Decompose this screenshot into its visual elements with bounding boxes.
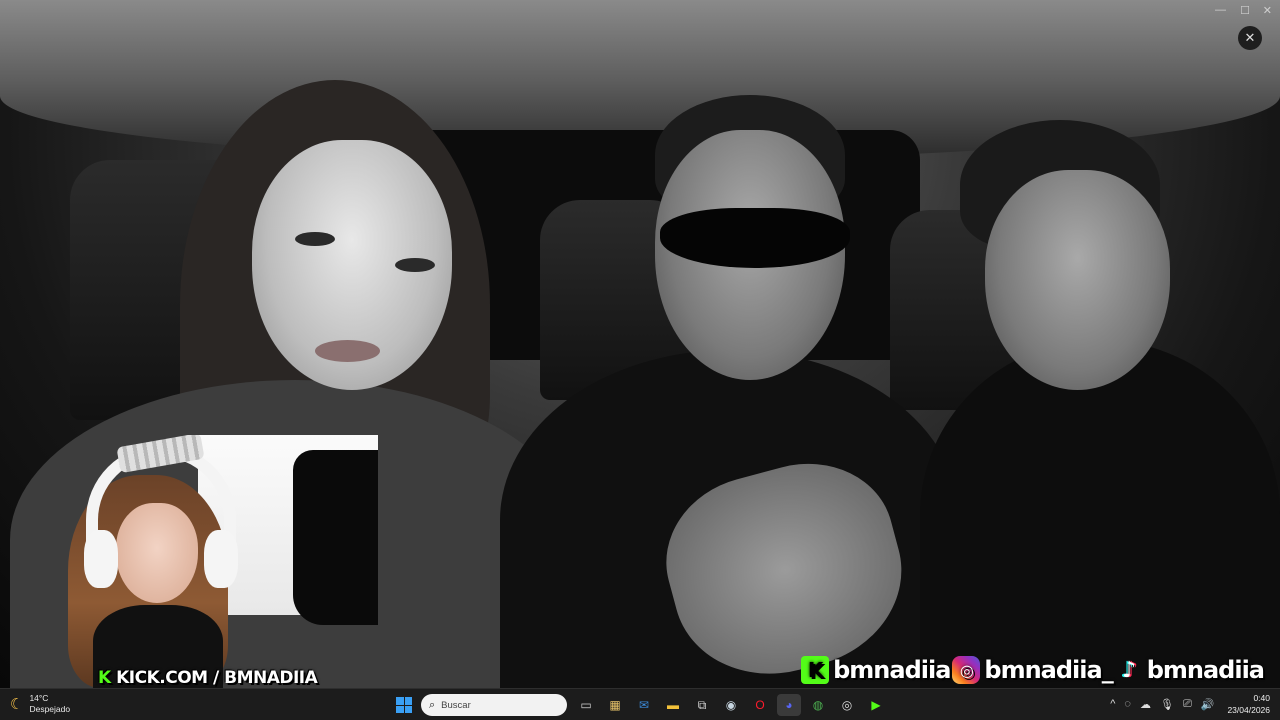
kick-banner: K KICK.COM / BMNADIIA [98,668,318,688]
outlook-icon[interactable]: ✉ [632,694,656,716]
window-close-button[interactable]: ✕ [1263,4,1272,17]
streamer-webcam [38,435,378,688]
social-handles: K bmnadiia ◎ bmnadiia_ ♪ bmnadiia [801,656,1265,684]
kick-app-icon[interactable]: ▶ [864,694,888,716]
tiktok-handle: bmnadiia [1146,656,1265,684]
weather-widget[interactable]: ☾ 14°C Despejado [10,693,70,715]
kick-handle: bmnadiia [833,656,951,684]
tiktok-icon: ♪ [1122,657,1136,683]
windows-start-icon[interactable] [396,697,412,713]
obs-icon[interactable]: ◎ [835,694,859,716]
kick-letter: K [98,668,111,688]
instagram-handle: bmnadiia_ [984,656,1113,684]
capture-icon[interactable]: ⧉ [690,694,714,716]
tray-chevron-icon[interactable]: ^ [1110,698,1115,710]
network-icon[interactable]: ⎚ [1183,698,1192,711]
microphone-icon[interactable]: 🎙 [1160,698,1174,711]
steam-icon[interactable]: ◉ [719,694,743,716]
volume-icon[interactable]: 🔊 [1201,698,1215,711]
system-tray: ^ ◌ ☁ 🎙 ⎚ 🔊 0:40 23/04/2026 [1110,692,1270,716]
search-icon: ⌕ [429,698,436,711]
kick-icon: K [801,656,830,684]
taskbar: ☾ 14°C Despejado ⌕ Buscar ▭ ▦ ✉ ▬ ⧉ ◉ O ◕ ◍ ◎ ▶ ^ … [0,688,1280,720]
moon-icon: ☾ [10,696,24,713]
photo-viewer-canvas: — ☐ ✕ ✕ K KICK.COM / BMNADIIA K bmnadiia… [0,0,1280,688]
instagram-icon: ◎ [952,656,981,684]
clock[interactable]: 0:40 23/04/2026 [1227,692,1270,716]
minimize-button[interactable]: — [1215,4,1226,16]
search-placeholder: Buscar [441,699,471,711]
chrome-icon[interactable]: ◍ [806,694,830,716]
opera-icon[interactable]: O [748,694,772,716]
kick-url-label: KICK.COM / BMNADIIA [116,668,318,688]
pinned-apps: ▭ ▦ ✉ ▬ ⧉ ◉ O ◕ ◍ ◎ ▶ [574,694,888,716]
weather-temp: 14°C [29,693,49,703]
discord-icon[interactable]: ◕ [777,694,801,716]
weather-desc: Despejado [29,704,71,714]
webcam-hand [293,450,378,625]
viewer-close-button[interactable]: ✕ [1238,26,1262,50]
clock-date: 23/04/2026 [1227,705,1270,715]
clock-time: 0:40 [1253,693,1270,703]
tray-app-icon[interactable]: ◌ [1124,698,1131,710]
maximize-button[interactable]: ☐ [1240,4,1250,17]
file-explorer-icon[interactable]: ▬ [661,694,685,716]
store-icon[interactable]: ▦ [603,694,627,716]
onedrive-icon[interactable]: ☁ [1140,698,1151,711]
search-box[interactable]: ⌕ Buscar [421,694,567,716]
task-view-icon[interactable]: ▭ [574,694,598,716]
